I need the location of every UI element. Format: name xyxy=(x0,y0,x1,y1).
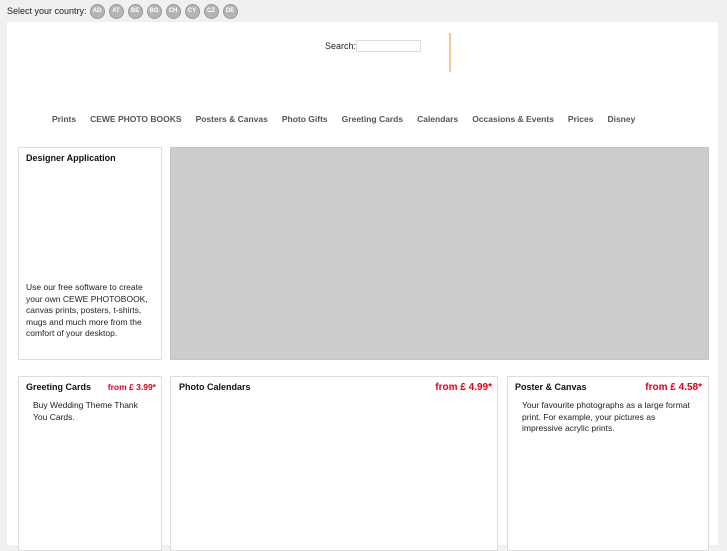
flag-ad[interactable]: AD xyxy=(89,3,105,19)
card-title: Greeting Cards xyxy=(26,382,92,392)
nav-prices[interactable]: Prices xyxy=(568,114,594,124)
flag-bg[interactable]: BG xyxy=(146,3,162,19)
card-price: from £ 3.99* xyxy=(107,382,156,392)
flag-cy[interactable]: CY xyxy=(184,3,200,19)
nav-photo-gifts[interactable]: Photo Gifts xyxy=(282,114,328,124)
card-text: Your favourite photographs as a large fo… xyxy=(522,400,690,433)
card-title: Poster & Canvas xyxy=(515,382,587,392)
card-greeting-cards[interactable]: Greeting Cards from £ 3.99* Buy Wedding … xyxy=(18,376,162,551)
search-label: Search: xyxy=(325,41,357,51)
nav-posters-canvas[interactable]: Posters & Canvas xyxy=(196,114,268,124)
country-selector: Select your country: AD AT BE BG CH CY C… xyxy=(7,3,242,19)
nav-prints[interactable]: Prints xyxy=(52,114,76,124)
card-poster-canvas[interactable]: Poster & Canvas from £ 4.58* Your favour… xyxy=(507,376,709,551)
card-price: from £ 4.99* xyxy=(435,382,492,393)
card-price: from £ 4.58* xyxy=(645,382,702,393)
flag-ch[interactable]: CH xyxy=(165,3,181,19)
card-text: Buy Wedding Theme Thank You Cards. xyxy=(33,400,138,422)
nav-occasions[interactable]: Occasions & Events xyxy=(472,114,554,124)
card-title: Photo Calendars xyxy=(179,382,251,392)
designer-text: Use our free software to create your own… xyxy=(26,282,148,338)
flag-at[interactable]: AT xyxy=(108,3,124,19)
nav-calendars[interactable]: Calendars xyxy=(417,114,458,124)
flag-be[interactable]: BE xyxy=(127,3,143,19)
search-input[interactable] xyxy=(356,40,421,52)
designer-box[interactable]: Designer Application Use our free softwa… xyxy=(18,147,162,360)
banner[interactable] xyxy=(170,147,709,360)
main-nav: Prints CEWE PHOTO BOOKS Posters & Canvas… xyxy=(52,114,649,124)
card-photo-calendars[interactable]: Photo Calendars from £ 4.99* xyxy=(170,376,498,551)
nav-greeting-cards[interactable]: Greeting Cards xyxy=(342,114,403,124)
flag-de[interactable]: DE xyxy=(222,3,238,19)
country-label: Select your country: xyxy=(7,6,87,16)
designer-title: Designer Application xyxy=(26,153,116,163)
flag-cz[interactable]: CZ xyxy=(203,3,219,19)
nav-disney[interactable]: Disney xyxy=(607,114,635,124)
divider xyxy=(449,33,451,72)
nav-photo-books[interactable]: CEWE PHOTO BOOKS xyxy=(90,114,181,124)
